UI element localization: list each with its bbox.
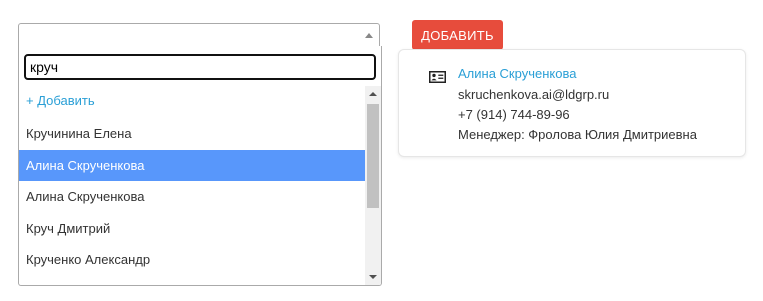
option-item[interactable]: Круч Дмитрий [19,213,365,245]
options-scrollbar[interactable] [365,86,381,285]
search-input[interactable] [24,54,376,80]
contact-name-link[interactable]: Алина Скрученкова [458,66,576,81]
scrollbar-thumb[interactable] [367,104,379,208]
contact-card: Алина Скрученкова skruchenkova.ai@ldgrp.… [398,49,746,157]
options-list: + Добавить Кручинина Елена Алина Скручен… [19,86,365,276]
scroll-up-arrow-icon[interactable] [369,92,377,96]
contact-card-icon [429,70,446,88]
contact-email: skruchenkova.ai@ldgrp.ru [458,87,610,102]
option-item[interactable]: Кручинина Елена [19,118,365,150]
add-option[interactable]: + Добавить [19,86,365,118]
search-field-wrapper [24,54,376,80]
caret-up-icon[interactable] [365,33,373,38]
contact-phone: +7 (914) 744-89-96 [458,107,570,122]
contact-manager: Менеджер: Фролова Юлия Дмитриевна [458,127,697,142]
option-item-highlighted[interactable]: Алина Скрученкова [19,149,365,182]
select-dropdown: + Добавить Кручинина Елена Алина Скручен… [18,46,382,286]
add-button[interactable]: ДОБАВИТЬ [412,20,503,50]
scroll-down-arrow-icon[interactable] [369,275,377,279]
option-item[interactable]: Алина Скрученкова [19,181,365,213]
contact-select[interactable] [18,23,380,47]
option-item[interactable]: Крученко Александр [19,244,365,276]
